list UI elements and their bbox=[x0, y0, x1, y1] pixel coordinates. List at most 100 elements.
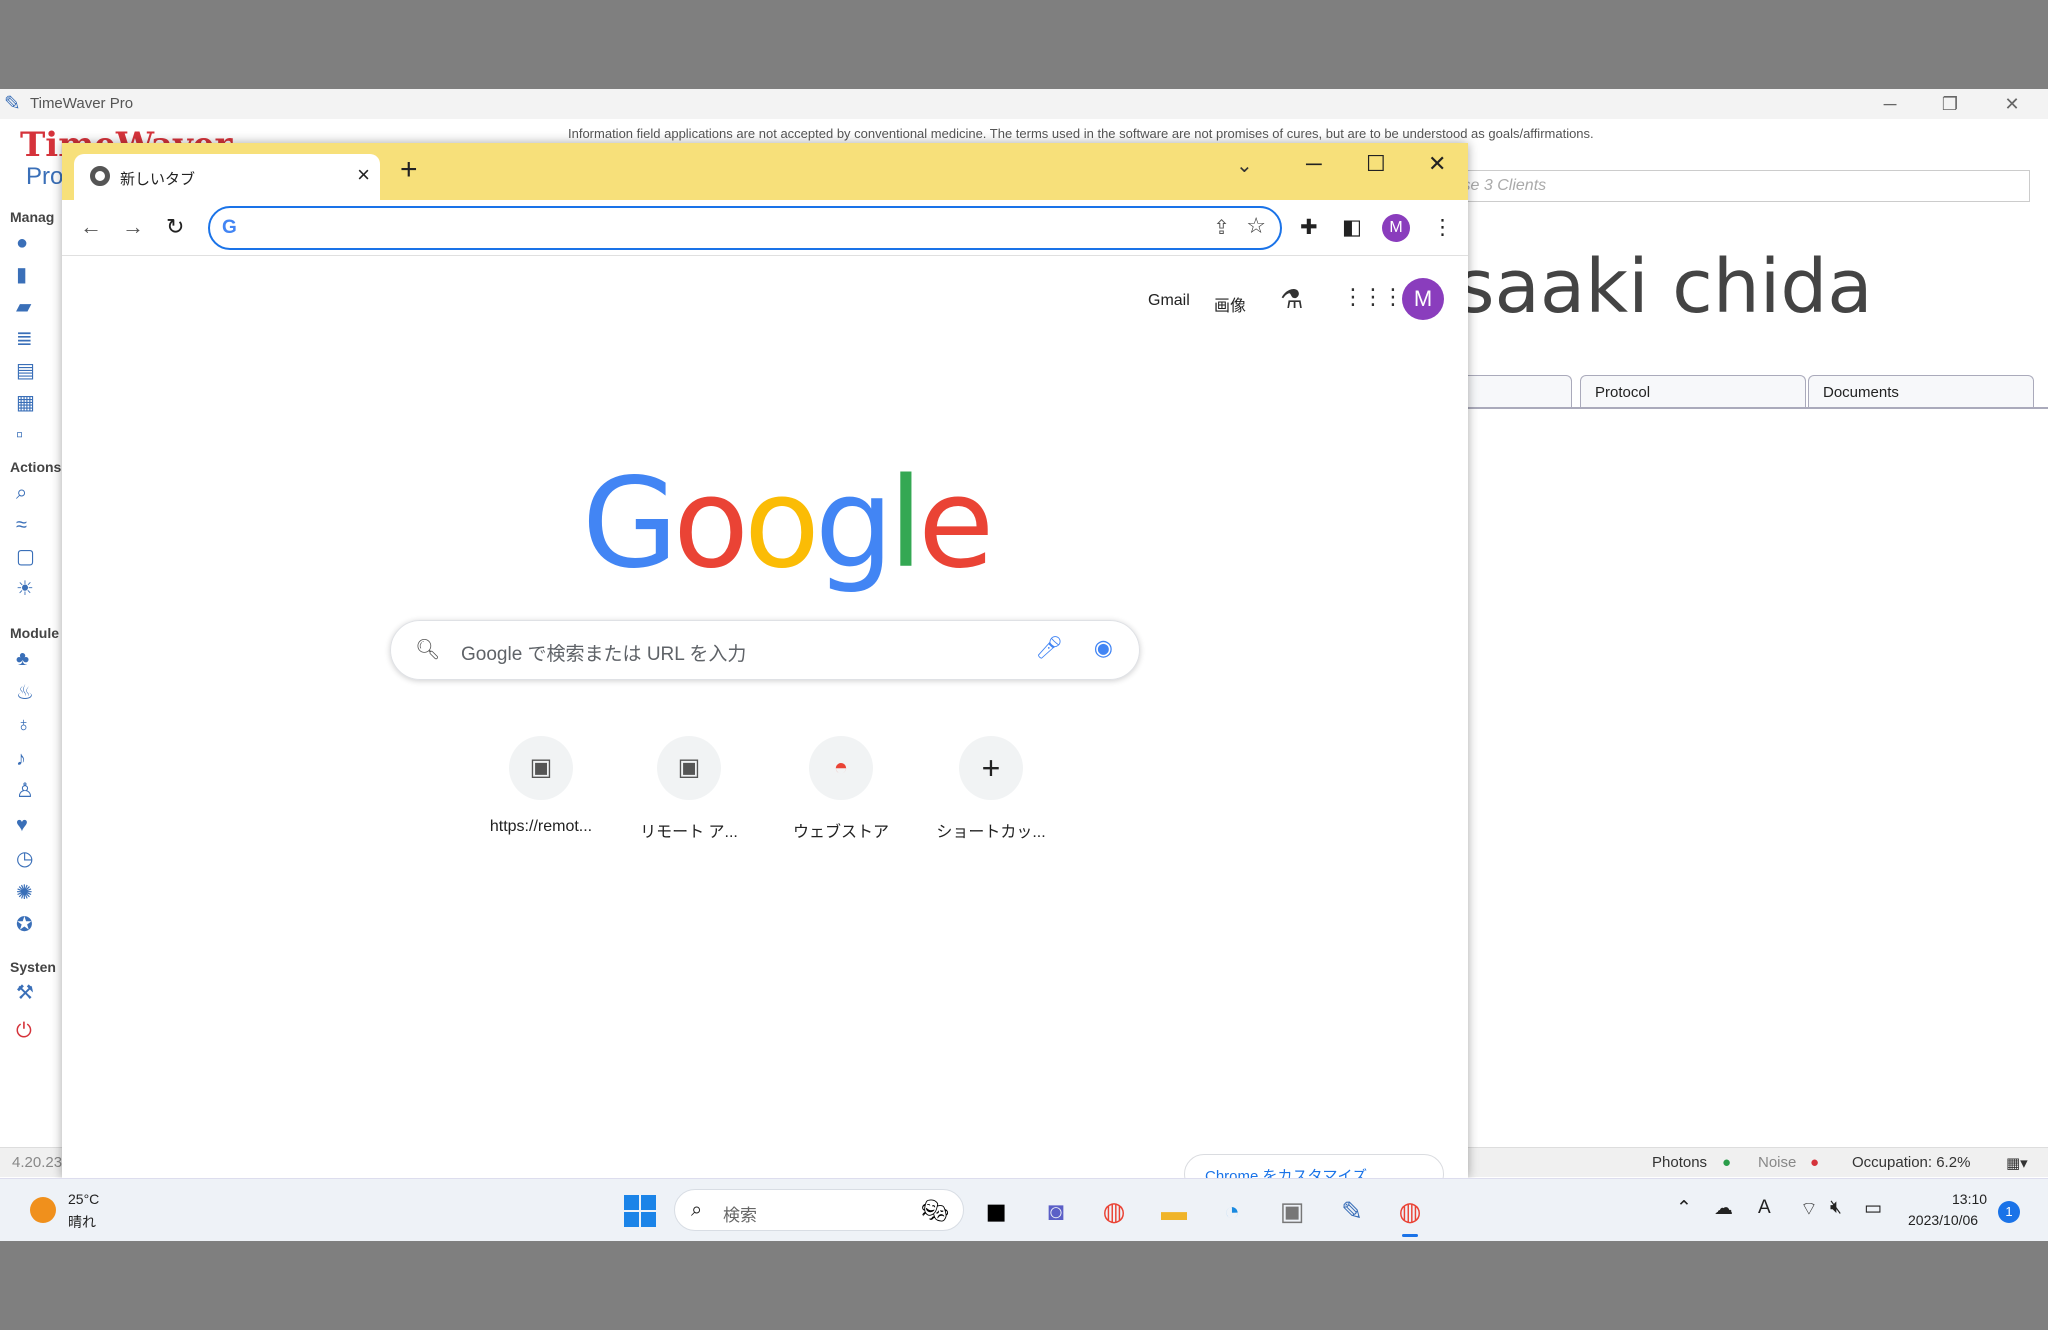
tab-documents[interactable]: Documents bbox=[1808, 375, 2034, 409]
edge-icon[interactable]: ◔ bbox=[1212, 1191, 1252, 1231]
close-icon[interactable]: ✕ bbox=[1992, 91, 2032, 117]
forward-icon[interactable]: → bbox=[122, 214, 144, 240]
reload-icon[interactable]: ↻ bbox=[166, 214, 184, 240]
chrome-icon[interactable]: ◍ bbox=[1094, 1191, 1134, 1231]
windows-taskbar: 25°C 晴れ ⌕ 検索 🎭︎ ◼ ◙ ◍ ▬ ◔ ▣ ✎ ◍ ⌃ ☁ A ⌔ … bbox=[0, 1178, 2048, 1241]
shortcut-tile[interactable]: ◓ ウェブストア bbox=[766, 736, 916, 856]
sidebar-icon-6[interactable]: ▦ bbox=[16, 389, 46, 417]
chrome-close-icon[interactable]: ✕ bbox=[1428, 151, 1446, 177]
mute-icon[interactable]: 🔇︎ bbox=[1830, 1197, 1842, 1219]
organ-icon[interactable]: ♥ bbox=[16, 811, 46, 839]
google-search-box[interactable]: 🔍︎ Google で検索または URL を入力 🎤︎ ◉ bbox=[390, 620, 1140, 680]
tab-search-chevron-icon[interactable]: ⌄ bbox=[1236, 153, 1253, 178]
tab-hidden[interactable] bbox=[1452, 375, 1572, 409]
shortcut-tile[interactable]: ▣ リモート ア... bbox=[614, 736, 764, 856]
power-icon[interactable]: ⏻ bbox=[16, 1017, 46, 1045]
clock-date[interactable]: 2023/10/06 bbox=[1908, 1212, 1978, 1228]
side-panel-icon[interactable]: ◧ bbox=[1342, 215, 1362, 240]
bookmark-star-icon[interactable]: ☆ bbox=[1246, 213, 1266, 239]
google-logo-letter: o bbox=[743, 452, 820, 596]
taskbar-search-box[interactable]: ⌕ 検索 🎭︎ bbox=[674, 1189, 964, 1231]
extensions-puzzle-icon[interactable]: ✚ bbox=[1300, 215, 1318, 240]
google-logo-letter: g bbox=[814, 452, 894, 596]
sidebar-icon-10[interactable]: ▢ bbox=[16, 543, 46, 571]
tab-protocol[interactable]: Protocol bbox=[1580, 375, 1806, 409]
new-tab-page: Gmail 画像 ⚗ ⋮⋮⋮ M Google 🔍︎ Google で検索または… bbox=[62, 256, 1468, 1178]
apps-grid-icon[interactable]: ⋮⋮⋮ bbox=[1342, 284, 1404, 310]
occupation-label: Occupation: 6.2% bbox=[1852, 1154, 1971, 1171]
disclaimer-text: Information field applications are not a… bbox=[568, 126, 1594, 141]
ime-icon[interactable]: A bbox=[1758, 1197, 1771, 1219]
sidebar-icon-1[interactable]: ● bbox=[16, 229, 46, 257]
restore-icon[interactable]: ❐ bbox=[1930, 91, 1970, 117]
desktop: ✎ TimeWaver Pro ─ ❐ ✕ Information field … bbox=[0, 89, 2048, 1241]
sidebar-icon-2[interactable]: ▮ bbox=[16, 261, 46, 289]
google-lens-icon[interactable]: ◉ bbox=[1094, 635, 1113, 661]
shortcut-tile[interactable]: ▣ https://remot... bbox=[466, 736, 616, 856]
wave-icon[interactable]: ≈ bbox=[16, 511, 46, 539]
chrome-tabstrip: 新しいタブ × + ⌄ ─ ☐ ✕ bbox=[62, 143, 1468, 200]
sidebar-icon-7[interactable]: ▫ bbox=[16, 421, 46, 449]
minimize-icon[interactable]: ─ bbox=[1870, 91, 1910, 117]
chrome-active-icon[interactable]: ◍ bbox=[1390, 1191, 1430, 1237]
tab-close-icon[interactable]: × bbox=[357, 162, 370, 188]
google-logo-letter: o bbox=[673, 452, 749, 596]
module-icon-3[interactable]: ♁ bbox=[16, 711, 46, 739]
chrome-maximize-icon[interactable]: ☐ bbox=[1366, 151, 1386, 177]
notification-badge[interactable]: 1 bbox=[1998, 1201, 2020, 1223]
tab-new-tab[interactable]: 新しいタブ × bbox=[74, 154, 380, 200]
lightbulb-icon[interactable]: ☀ bbox=[16, 575, 46, 603]
search-action-icon[interactable]: ⌕ bbox=[16, 479, 46, 507]
google-g-icon: G bbox=[222, 217, 237, 238]
voice-search-mic-icon[interactable]: 🎤︎ bbox=[1035, 635, 1063, 661]
client-search-input[interactable]: wse 3 Clients bbox=[1440, 170, 2030, 202]
chrome-window: 新しいタブ × + ⌄ ─ ☐ ✕ ← → ↻ G ⇪ ☆ ✚ ◧ M ⋮ Gm… bbox=[62, 143, 1468, 1178]
weather-condition[interactable]: 晴れ bbox=[68, 1212, 96, 1232]
sun-weather-icon[interactable] bbox=[30, 1197, 56, 1223]
module-icon-9[interactable]: ✪ bbox=[16, 911, 46, 939]
tab-underline bbox=[1466, 407, 2048, 409]
profile-avatar-small[interactable]: M bbox=[1382, 214, 1410, 242]
shortcut-label: ショートカッ... bbox=[936, 824, 1046, 841]
windows-start-icon[interactable] bbox=[624, 1195, 656, 1227]
remote-desktop-icon[interactable]: ▣ bbox=[1272, 1191, 1312, 1231]
labs-flask-icon[interactable]: ⚗ bbox=[1280, 284, 1303, 315]
wifi-icon[interactable]: ⌔ bbox=[1800, 1197, 1818, 1221]
timewaver-taskbar-icon[interactable]: ✎ bbox=[1332, 1191, 1372, 1231]
database-icon[interactable]: ≣ bbox=[16, 325, 46, 353]
omnibox[interactable]: G ⇪ ☆ bbox=[208, 206, 1282, 250]
chrome-favicon-icon bbox=[90, 166, 110, 186]
wrench-icon[interactable]: ⚒ bbox=[16, 979, 46, 1007]
share-icon[interactable]: ⇪ bbox=[1213, 215, 1230, 240]
body-icon[interactable]: ♙ bbox=[16, 777, 46, 805]
back-icon[interactable]: ← bbox=[80, 214, 102, 240]
file-explorer-icon[interactable]: ▬ bbox=[1154, 1191, 1194, 1231]
chat-icon[interactable]: ◙ bbox=[1036, 1191, 1076, 1231]
clock-time[interactable]: 13:10 bbox=[1952, 1191, 1987, 1207]
timer-icon[interactable]: ◷ bbox=[16, 845, 46, 873]
music-icon[interactable]: ♪ bbox=[16, 745, 46, 773]
timewaver-titlebar: ✎ TimeWaver Pro ─ ❐ ✕ bbox=[0, 89, 2048, 119]
customize-chrome-button[interactable]: Chrome をカスタマイズ bbox=[1184, 1154, 1444, 1178]
google-logo-letter: e bbox=[918, 452, 994, 596]
battery-icon[interactable]: ▭ bbox=[1864, 1197, 1882, 1220]
new-tab-button[interactable]: + bbox=[400, 153, 418, 187]
module-icon-1[interactable]: ♣ bbox=[16, 645, 46, 673]
task-view-icon[interactable]: ◼ bbox=[976, 1191, 1016, 1231]
profile-avatar[interactable]: M bbox=[1402, 278, 1444, 320]
sidebar-icon-3[interactable]: ▰ bbox=[16, 293, 46, 321]
chrome-minimize-icon[interactable]: ─ bbox=[1306, 151, 1322, 177]
omnibox-input[interactable] bbox=[254, 214, 1154, 242]
gmail-link[interactable]: Gmail bbox=[1148, 292, 1190, 310]
flag-icon[interactable]: ▦▾ bbox=[2006, 1154, 2028, 1172]
images-link[interactable]: 画像 bbox=[1214, 292, 1246, 316]
add-shortcut-tile[interactable]: + ショートカッ... bbox=[916, 736, 1066, 856]
sidebar-icon-5[interactable]: ▤ bbox=[16, 357, 46, 385]
section-manage: Manag bbox=[10, 209, 55, 225]
tray-chevron-up-icon[interactable]: ⌃ bbox=[1676, 1197, 1692, 1220]
weather-temp[interactable]: 25°C bbox=[68, 1191, 99, 1207]
menu-kebab-icon[interactable]: ⋮ bbox=[1432, 215, 1453, 240]
module-icon-8[interactable]: ✺ bbox=[16, 879, 46, 907]
ear-icon[interactable]: ♨ bbox=[16, 679, 46, 707]
cloud-offline-icon[interactable]: ☁ bbox=[1714, 1197, 1733, 1220]
